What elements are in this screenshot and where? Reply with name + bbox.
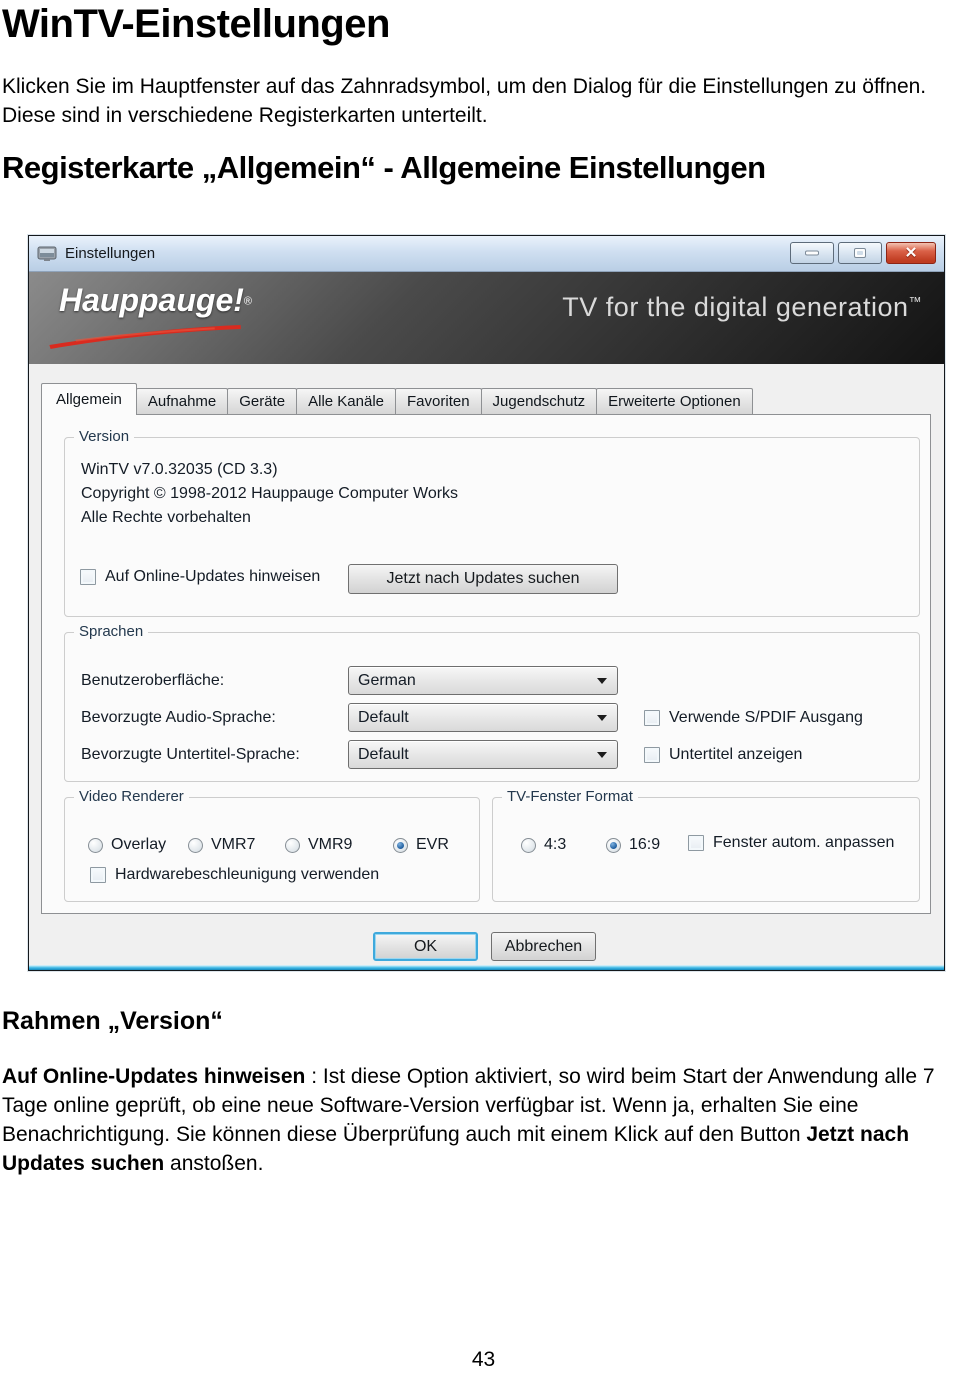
radio-selected-icon[interactable] [393, 837, 408, 853]
checkbox-icon[interactable] [90, 867, 106, 883]
notes-text-2: anstoßen. [164, 1152, 264, 1175]
close-icon: ✕ [904, 244, 918, 262]
hauppauge-swoosh-icon [49, 324, 241, 349]
tab-erweiterte-optionen[interactable]: Erweiterte Optionen [596, 388, 753, 414]
checkbox-icon[interactable] [688, 835, 704, 851]
version-info: WinTV v7.0.32035 (CD 3.3) Copyright © 19… [81, 458, 458, 530]
radio-evr[interactable]: EVR [393, 836, 449, 854]
radio-icon[interactable] [88, 837, 103, 853]
ui-language-label: Benutzeroberfläche: [81, 672, 225, 689]
video-renderer-group: Video Renderer Overlay VMR7 VMR9 EVR Har… [64, 788, 480, 902]
radio-icon[interactable] [521, 837, 536, 853]
video-renderer-group-title: Video Renderer [74, 788, 189, 805]
window-tv-icon [37, 246, 57, 261]
page-number: 43 [471, 1348, 496, 1371]
radio-vmr7[interactable]: VMR7 [188, 836, 255, 854]
close-button[interactable]: ✕ [886, 242, 936, 264]
radio-4-3[interactable]: 4:3 [521, 836, 566, 854]
tab-jugendschutz[interactable]: Jugendschutz [480, 388, 598, 414]
tab-favoriten[interactable]: Favoriten [395, 388, 482, 414]
version-group: Version WinTV v7.0.32035 (CD 3.3) Copyri… [64, 428, 920, 617]
version-group-title: Version [74, 428, 135, 445]
dropdown-arrow-icon[interactable] [597, 752, 607, 758]
radio-selected-icon[interactable] [606, 837, 621, 853]
audio-language-label: Bevorzugte Audio-Sprache: [81, 709, 276, 726]
checkbox-icon[interactable] [80, 569, 96, 585]
radio-vmr9[interactable]: VMR9 [285, 836, 352, 854]
intro-paragraph: Klicken Sie im Hauptfenster auf das Zahn… [2, 75, 927, 127]
maximize-icon [854, 248, 866, 258]
auto-resize-checkbox[interactable]: Fenster autom. anpassen [688, 834, 894, 852]
copyright-line: Copyright © 1998-2012 Hauppauge Computer… [81, 485, 459, 502]
registered-mark: ® [243, 295, 252, 308]
checkbox-icon[interactable] [644, 747, 660, 763]
brand-tagline: TV for the digital generation™ [562, 292, 922, 322]
radio-icon[interactable] [285, 837, 300, 853]
radio-icon[interactable] [188, 837, 203, 853]
notes-paragraph: Auf Online-Updates hinweisen : Ist diese… [2, 1062, 967, 1178]
minimize-button[interactable] [790, 242, 834, 264]
tab-strip: Allgemein Aufnahme Geräte Alle Kanäle Fa… [41, 382, 753, 415]
dialog-titlebar[interactable]: Einstellungen ✕ [29, 236, 944, 272]
hauppauge-logo-text: Hauppauge! [59, 282, 244, 318]
checkbox-icon[interactable] [644, 710, 660, 726]
section-heading: Registerkarte „Allgemein“ - Allgemeine E… [2, 150, 766, 185]
tab-page-allgemein: Version WinTV v7.0.32035 (CD 3.3) Copyri… [41, 414, 931, 914]
cancel-button[interactable]: Abbrechen [491, 932, 596, 961]
tab-aufnahme[interactable]: Aufnahme [135, 388, 229, 414]
tv-format-group-title: TV-Fenster Format [502, 788, 638, 805]
settings-dialog: Einstellungen ✕ Hauppauge!® TV for the d… [28, 235, 945, 971]
window-controls: ✕ [790, 242, 936, 264]
online-updates-checkbox[interactable]: Auf Online-Updates hinweisen [80, 568, 320, 586]
dialog-title: Einstellungen [65, 245, 156, 262]
hardware-acceleration-checkbox[interactable]: Hardwarebeschleunigung verwenden [90, 866, 379, 884]
languages-group: Sprachen Benutzeroberfläche: German Bevo… [64, 623, 920, 782]
page-title: WinTV-Einstellungen [2, 2, 390, 46]
notes-bold-option: Auf Online-Updates hinweisen [2, 1065, 306, 1088]
radio-16-9[interactable]: 16:9 [606, 836, 660, 854]
tab-geraete[interactable]: Geräte [227, 388, 298, 414]
check-updates-button[interactable]: Jetzt nach Updates suchen [348, 564, 618, 594]
radio-overlay[interactable]: Overlay [88, 836, 166, 854]
notes-heading: Rahmen „Version“ [2, 1007, 223, 1035]
minimize-icon [805, 250, 819, 256]
languages-group-title: Sprachen [74, 623, 149, 640]
hauppauge-logo: Hauppauge!® [49, 282, 252, 349]
subtitle-language-dropdown[interactable]: Default [348, 740, 618, 769]
version-line: WinTV v7.0.32035 (CD 3.3) [81, 461, 278, 478]
tab-allgemein[interactable]: Allgemein [41, 383, 137, 415]
subtitle-language-label: Bevorzugte Untertitel-Sprache: [81, 746, 300, 763]
dialog-client-area: Allgemein Aufnahme Geräte Alle Kanäle Fa… [29, 364, 944, 970]
spdif-checkbox[interactable]: Verwende S/PDIF Ausgang [644, 709, 863, 727]
audio-language-dropdown[interactable]: Default [348, 703, 618, 732]
dropdown-arrow-icon[interactable] [597, 715, 607, 721]
brand-banner: Hauppauge!® TV for the digital generatio… [29, 272, 944, 364]
dropdown-arrow-icon[interactable] [597, 678, 607, 684]
tab-alle-kanaele[interactable]: Alle Kanäle [296, 388, 397, 414]
ok-button[interactable]: OK [373, 932, 478, 961]
show-subtitles-checkbox[interactable]: Untertitel anzeigen [644, 746, 802, 764]
maximize-button[interactable] [838, 242, 882, 264]
rights-line: Alle Rechte vorbehalten [81, 509, 251, 526]
ui-language-dropdown[interactable]: German [348, 666, 618, 695]
window-frame-bottom [29, 965, 944, 970]
tv-format-group: TV-Fenster Format 4:3 16:9 Fenster autom… [492, 788, 920, 902]
